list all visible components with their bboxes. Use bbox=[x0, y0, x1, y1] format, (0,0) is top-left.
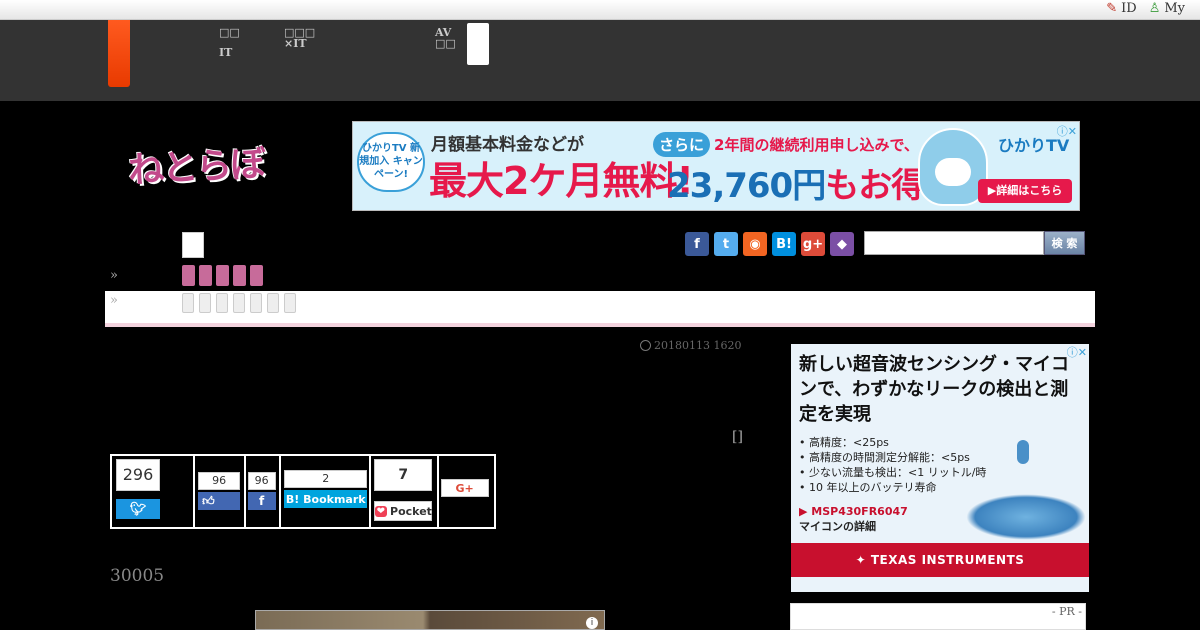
pocket-icon: ❤ bbox=[374, 505, 388, 517]
category-tag[interactable] bbox=[250, 265, 263, 286]
facebook-like[interactable]: 96 👍︎ bbox=[195, 456, 246, 527]
adchoices-icon[interactable]: ⓘ✕ bbox=[1057, 123, 1077, 139]
global-nav: □□ IT □□□ ×IT AV □□ bbox=[0, 20, 1200, 101]
category-tag[interactable] bbox=[233, 265, 246, 286]
breadcrumb-item[interactable] bbox=[250, 293, 262, 313]
pocket-label: Pocket bbox=[390, 504, 432, 518]
utility-bar: ✎ ID ♙ My bbox=[0, 0, 1200, 20]
id-link-label: ID bbox=[1121, 1, 1137, 16]
twitter-share[interactable]: 296 🐦︎ bbox=[112, 456, 196, 527]
nav-item-2[interactable]: □□□ ×IT bbox=[284, 27, 315, 49]
pocket-share[interactable]: 7 ❤ Pocket bbox=[371, 456, 439, 527]
ti-icon: ✦ bbox=[855, 553, 871, 567]
banner-campaign-tag: ひかりTV 新規加入 キャンペーン! bbox=[357, 132, 425, 192]
breadcrumb-item[interactable] bbox=[199, 293, 211, 313]
nav-item-1-line1: □□ bbox=[219, 26, 240, 39]
banner-line3-text: 2年間の継続利用申し込みで、 bbox=[714, 136, 919, 154]
side-ad-link-line2: マイコンの詳細 bbox=[799, 520, 876, 533]
side-ad[interactable]: 新しい超音波センシング・マイコンで、わずかなリークの検出と測定を実現 • 高精度… bbox=[791, 344, 1089, 592]
facebook-share[interactable]: 96 f bbox=[246, 456, 282, 527]
rss-icon[interactable]: ◉ bbox=[743, 232, 767, 256]
top-banner-ad[interactable]: ひかりTV 新規加入 キャンペーン! 月額基本料金などが 最大2ケ月無料! さら… bbox=[352, 121, 1080, 211]
article-date-text: 20180113 1620 bbox=[654, 339, 742, 352]
facebook-like-count: 96 bbox=[198, 472, 241, 490]
cat-icon[interactable]: ◆ bbox=[830, 232, 854, 256]
category-tag[interactable] bbox=[199, 265, 212, 286]
banner-price-value: 23,760円 bbox=[667, 166, 826, 206]
adchoices-icon[interactable]: ⓘ✕ bbox=[1067, 344, 1087, 360]
nav-item-3[interactable]: AV □□ bbox=[435, 27, 456, 49]
search-input[interactable] bbox=[864, 231, 1044, 255]
twitter-icon[interactable]: t bbox=[714, 232, 738, 256]
side-ad-bullet: • 高精度の時間測定分解能：<5ps bbox=[799, 451, 970, 464]
share-buttons: 296 🐦︎ 96 👍︎ 96 f 2 B! Bookmark 7 ❤ Pock… bbox=[110, 454, 496, 529]
facebook-share-count: 96 bbox=[247, 472, 276, 490]
breadcrumb-separator: » bbox=[110, 268, 118, 283]
pocket-count: 7 bbox=[374, 459, 433, 491]
my-link-label: My bbox=[1164, 1, 1185, 16]
info-icon[interactable]: i bbox=[586, 617, 598, 629]
breadcrumb-item[interactable] bbox=[216, 293, 228, 313]
user-icon: ♙ bbox=[1148, 1, 1161, 16]
side-ad-link-line1: ▶ MSP430FR6047 bbox=[799, 505, 908, 518]
side-ad-bullets: • 高精度：<25ps • 高精度の時間測定分解能：<5ps • 少ない流量も検… bbox=[799, 435, 986, 495]
pr-box: - PR - bbox=[790, 603, 1086, 630]
article-photo: i bbox=[255, 610, 605, 630]
banner-price: 23,760円もお得!! bbox=[667, 158, 954, 207]
site-logo[interactable]: ねとらぼ bbox=[127, 134, 266, 193]
social-icon-bar: f t ◉ B! g+ ◆ bbox=[685, 232, 854, 256]
hatena-icon[interactable]: B! bbox=[772, 232, 796, 256]
texas-instruments-logo: ✦ TEXAS INSTRUMENTS bbox=[791, 543, 1089, 577]
clock-icon bbox=[640, 340, 651, 351]
banner-line2: 最大2ケ月無料! bbox=[429, 159, 694, 203]
googleplus-share[interactable]: G+ bbox=[439, 456, 494, 527]
article-bracket: [] bbox=[732, 429, 743, 445]
googleplus-icon[interactable]: G+ bbox=[440, 479, 489, 497]
search-button[interactable]: 検 索 bbox=[1044, 231, 1085, 255]
menu-box[interactable] bbox=[182, 232, 204, 258]
breadcrumb: » bbox=[105, 291, 1095, 327]
banner-line3: さらに 2年間の継続利用申し込みで、 bbox=[653, 132, 919, 157]
banner-detail-button[interactable]: ▶詳細はこちら bbox=[978, 179, 1072, 203]
category-tag[interactable] bbox=[216, 265, 229, 286]
pencil-icon: ✎ bbox=[1106, 1, 1118, 16]
breadcrumb-item[interactable] bbox=[284, 293, 296, 313]
breadcrumb-item[interactable] bbox=[267, 293, 279, 313]
side-ad-bullet: • 10 年以上のバッテリ寿命 bbox=[799, 481, 937, 494]
nav-item-2-line2: ×IT bbox=[284, 37, 307, 50]
side-ad-bullet: • 少ない流量も検出：<1 リットル/時 bbox=[799, 466, 987, 479]
water-drop-image bbox=[1017, 440, 1029, 464]
network-logo-tab[interactable] bbox=[108, 20, 130, 87]
id-link[interactable]: ✎ ID bbox=[1106, 1, 1136, 16]
breadcrumb-separator: » bbox=[110, 293, 118, 308]
facebook-icon[interactable]: f bbox=[247, 492, 276, 510]
breadcrumb-item[interactable] bbox=[233, 293, 245, 313]
side-ad-brand: TEXAS INSTRUMENTS bbox=[870, 553, 1025, 567]
nav-item-3-line2: □□ bbox=[435, 37, 456, 50]
side-ad-link[interactable]: ▶ MSP430FR6047 マイコンの詳細 bbox=[799, 504, 908, 534]
my-link[interactable]: ♙ My bbox=[1149, 1, 1185, 16]
breadcrumb-item[interactable] bbox=[182, 293, 194, 313]
category-tags bbox=[182, 265, 263, 286]
googleplus-icon[interactable]: g+ bbox=[801, 232, 825, 256]
thumbs-up-icon[interactable]: 👍︎ bbox=[198, 492, 241, 510]
nav-search-box[interactable] bbox=[467, 23, 489, 65]
nav-item-1-line2: IT bbox=[219, 46, 233, 59]
twitter-count: 296 bbox=[116, 459, 160, 491]
side-ad-headline: 新しい超音波センシング・マイコンで、わずかなリークの検出と測定を実現 bbox=[799, 354, 1069, 425]
pr-label: - PR - bbox=[1051, 605, 1082, 618]
hatena-count: 2 bbox=[284, 470, 368, 488]
hatena-bookmark-button[interactable]: B! Bookmark bbox=[284, 490, 368, 508]
article-date: 20180113 1620 bbox=[640, 339, 741, 352]
twitter-icon[interactable]: 🐦︎ bbox=[116, 499, 160, 519]
side-ad-bullet: • 高精度：<25ps bbox=[799, 436, 889, 449]
hatena-bookmark[interactable]: 2 B! Bookmark bbox=[281, 456, 372, 527]
nav-item-1[interactable]: □□ IT bbox=[219, 27, 240, 58]
banner-sarani-badge: さらに bbox=[653, 132, 711, 157]
article-count-heading: 30005 bbox=[110, 566, 165, 586]
pocket-button[interactable]: ❤ Pocket bbox=[374, 501, 433, 521]
facebook-icon[interactable]: f bbox=[685, 232, 709, 256]
category-tag[interactable] bbox=[182, 265, 195, 286]
water-ripple-image bbox=[966, 494, 1086, 540]
